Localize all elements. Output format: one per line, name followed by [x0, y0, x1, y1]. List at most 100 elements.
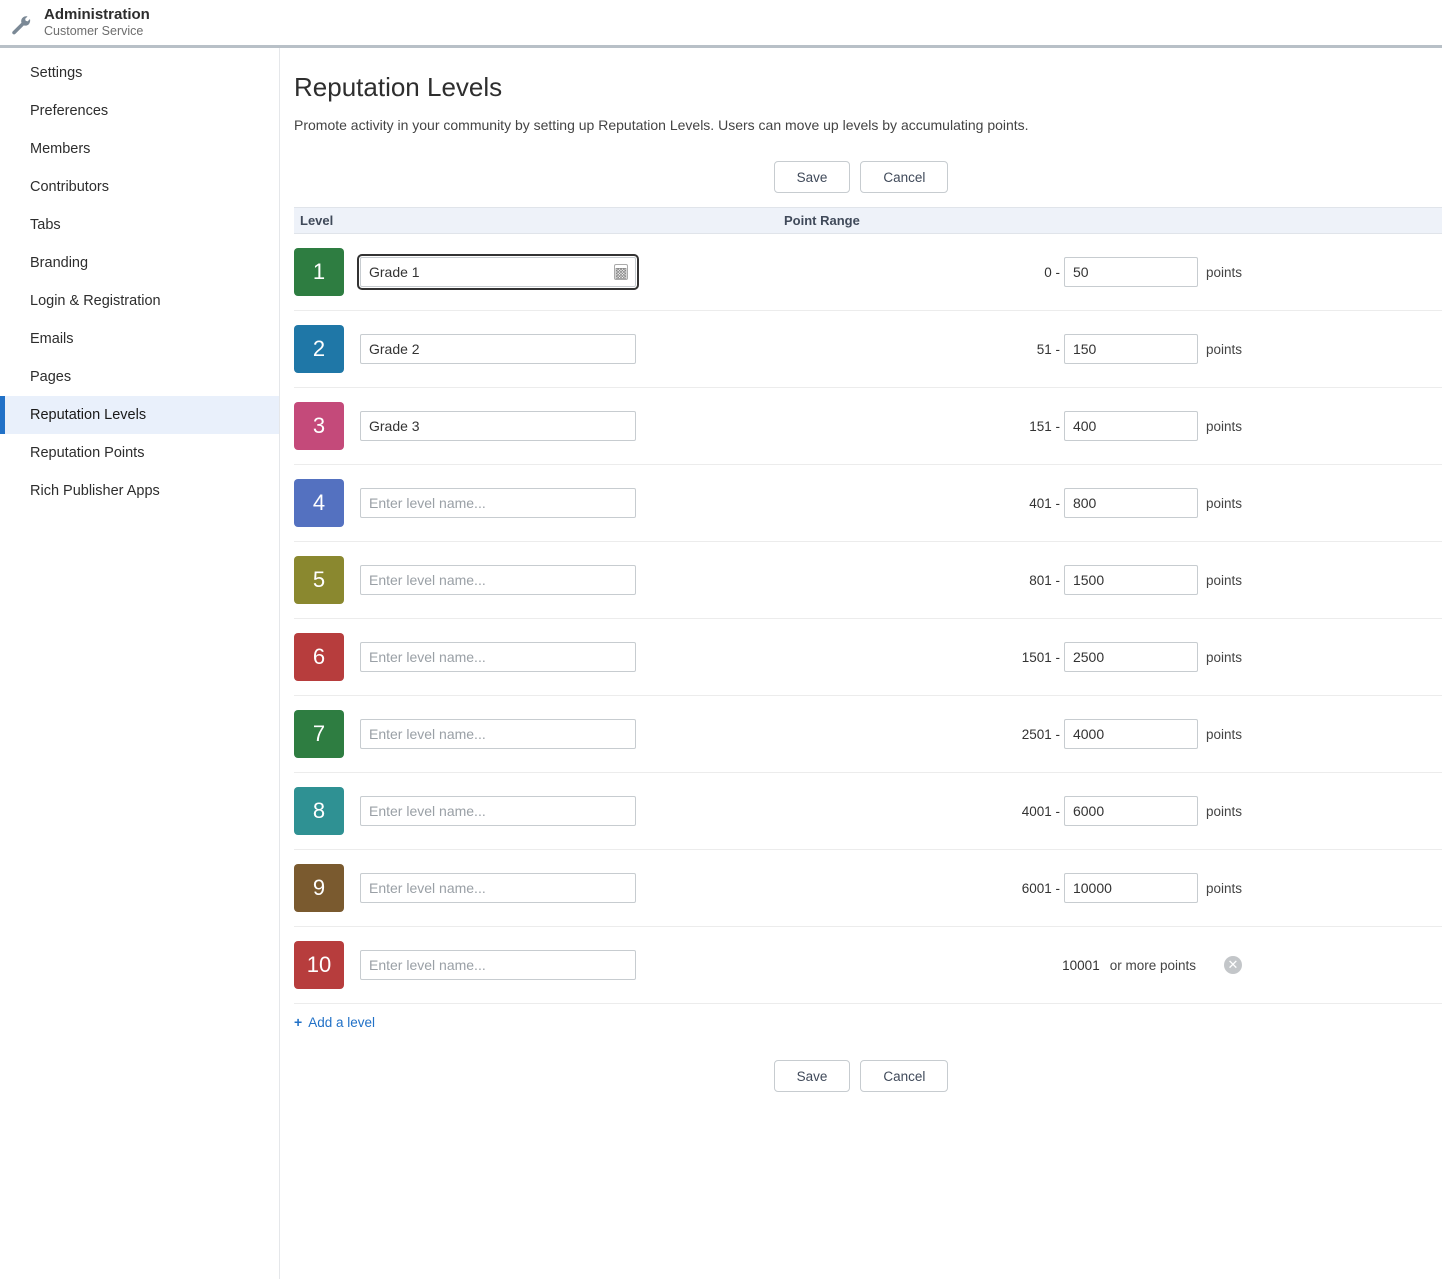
- cancel-button[interactable]: Cancel: [860, 161, 948, 193]
- points-input[interactable]: [1064, 488, 1198, 518]
- remove-level-button[interactable]: ✕: [1224, 956, 1242, 974]
- points-label: points: [1206, 265, 1242, 280]
- level-row: 7 2501 -points: [294, 696, 1442, 773]
- range-start: 51 -: [998, 342, 1060, 357]
- level-name-input[interactable]: [360, 873, 636, 903]
- save-button[interactable]: Save: [774, 1060, 851, 1092]
- or-more-label: or more points: [1110, 958, 1196, 973]
- sidebar-item-rich-publisher-apps[interactable]: Rich Publisher Apps: [0, 472, 279, 510]
- range-start: 6001 -: [998, 881, 1060, 896]
- sidebar-item-members[interactable]: Members: [0, 130, 279, 168]
- topbar: Administration Customer Service: [0, 0, 1442, 48]
- sidebar-item-emails[interactable]: Emails: [0, 320, 279, 358]
- points-label: points: [1206, 419, 1242, 434]
- add-level-label: Add a level: [308, 1015, 375, 1030]
- plus-icon: +: [294, 1014, 302, 1030]
- level-badge[interactable]: 9: [294, 864, 344, 912]
- range-start: 151 -: [998, 419, 1060, 434]
- points-input[interactable]: [1064, 719, 1198, 749]
- points-label: points: [1206, 342, 1242, 357]
- points-label: points: [1206, 881, 1242, 896]
- header-subtitle: Customer Service: [44, 24, 150, 39]
- header-title: Administration: [44, 6, 150, 24]
- points-label: points: [1206, 650, 1242, 665]
- range-start: 801 -: [998, 573, 1060, 588]
- point-range: 801 - points: [998, 565, 1442, 595]
- level-name-input[interactable]: [360, 642, 636, 672]
- level-badge[interactable]: 2: [294, 325, 344, 373]
- action-bar-bottom: Save Cancel: [280, 1054, 1442, 1106]
- range-start: 4001 -: [998, 804, 1060, 819]
- save-button[interactable]: Save: [774, 161, 851, 193]
- sidebar: SettingsPreferencesMembersContributorsTa…: [0, 48, 280, 1279]
- sidebar-item-branding[interactable]: Branding: [0, 244, 279, 282]
- range-start: 10001: [1038, 958, 1100, 973]
- point-range: 0 - points: [998, 257, 1442, 287]
- col-header-point-range: Point Range: [784, 213, 860, 228]
- level-badge[interactable]: 3: [294, 402, 344, 450]
- level-badge[interactable]: 1: [294, 248, 344, 296]
- point-range: 6001 - points: [998, 873, 1442, 903]
- contact-card-icon[interactable]: ▩: [614, 264, 628, 280]
- sidebar-item-preferences[interactable]: Preferences: [0, 92, 279, 130]
- point-range: 151 - points: [998, 411, 1442, 441]
- point-range: 4001 - points: [998, 796, 1442, 826]
- level-name-input[interactable]: [360, 719, 636, 749]
- add-level-button[interactable]: + Add a level: [280, 1004, 1442, 1030]
- sidebar-item-pages[interactable]: Pages: [0, 358, 279, 396]
- level-name-input[interactable]: [360, 796, 636, 826]
- points-input[interactable]: [1064, 565, 1198, 595]
- level-row: 4 401 -points: [294, 465, 1442, 542]
- sidebar-item-settings[interactable]: Settings: [0, 54, 279, 92]
- level-name-input[interactable]: [360, 565, 636, 595]
- points-input[interactable]: [1064, 796, 1198, 826]
- level-badge[interactable]: 4: [294, 479, 344, 527]
- range-start: 1501 -: [998, 650, 1060, 665]
- levels-list: 1 ▩ 0 - points 2 51 - points 3 151 - points 4 401 -…: [280, 234, 1442, 1004]
- level-row: 10 10001 or more points ✕: [294, 927, 1442, 1004]
- level-badge[interactable]: 5: [294, 556, 344, 604]
- points-input[interactable]: [1064, 642, 1198, 672]
- main-content: Reputation Levels Promote activity in yo…: [280, 48, 1442, 1279]
- range-start: 2501 -: [998, 727, 1060, 742]
- level-name-input[interactable]: [360, 950, 636, 980]
- point-range: 2501 -points: [998, 719, 1442, 749]
- point-range: 1501 - points: [998, 642, 1442, 672]
- sidebar-item-tabs[interactable]: Tabs: [0, 206, 279, 244]
- level-badge[interactable]: 10: [294, 941, 344, 989]
- range-start: 0 -: [998, 265, 1060, 280]
- level-badge[interactable]: 8: [294, 787, 344, 835]
- sidebar-item-reputation-points[interactable]: Reputation Points: [0, 434, 279, 472]
- level-badge[interactable]: 7: [294, 710, 344, 758]
- level-row: 6 1501 - points: [294, 619, 1442, 696]
- level-row: 9 6001 - points: [294, 850, 1442, 927]
- point-range: 401 -points: [998, 488, 1442, 518]
- points-label: points: [1206, 804, 1242, 819]
- level-row: 2 51 - points: [294, 311, 1442, 388]
- sidebar-item-login-registration[interactable]: Login & Registration: [0, 282, 279, 320]
- wrench-icon: [10, 14, 32, 36]
- level-badge[interactable]: 6: [294, 633, 344, 681]
- sidebar-item-contributors[interactable]: Contributors: [0, 168, 279, 206]
- level-name-input[interactable]: [360, 334, 636, 364]
- table-header: Level Point Range: [294, 207, 1442, 234]
- level-row: 1 ▩ 0 - points: [294, 234, 1442, 311]
- level-row: 8 4001 - points: [294, 773, 1442, 850]
- level-name-input[interactable]: [360, 257, 636, 287]
- points-label: points: [1206, 573, 1242, 588]
- point-range: 10001 or more points ✕: [1038, 956, 1442, 974]
- points-input[interactable]: [1064, 873, 1198, 903]
- point-range: 51 - points: [998, 334, 1442, 364]
- sidebar-item-reputation-levels[interactable]: Reputation Levels: [0, 396, 279, 434]
- level-name-input[interactable]: [360, 488, 636, 518]
- points-input[interactable]: [1064, 334, 1198, 364]
- level-row: 5 801 - points: [294, 542, 1442, 619]
- points-input[interactable]: [1064, 257, 1198, 287]
- cancel-button[interactable]: Cancel: [860, 1060, 948, 1092]
- action-bar-top: Save Cancel: [280, 155, 1442, 207]
- level-name-input[interactable]: [360, 411, 636, 441]
- range-start: 401 -: [998, 496, 1060, 511]
- points-input[interactable]: [1064, 411, 1198, 441]
- level-row: 3 151 - points: [294, 388, 1442, 465]
- page-description: Promote activity in your community by se…: [280, 117, 1442, 133]
